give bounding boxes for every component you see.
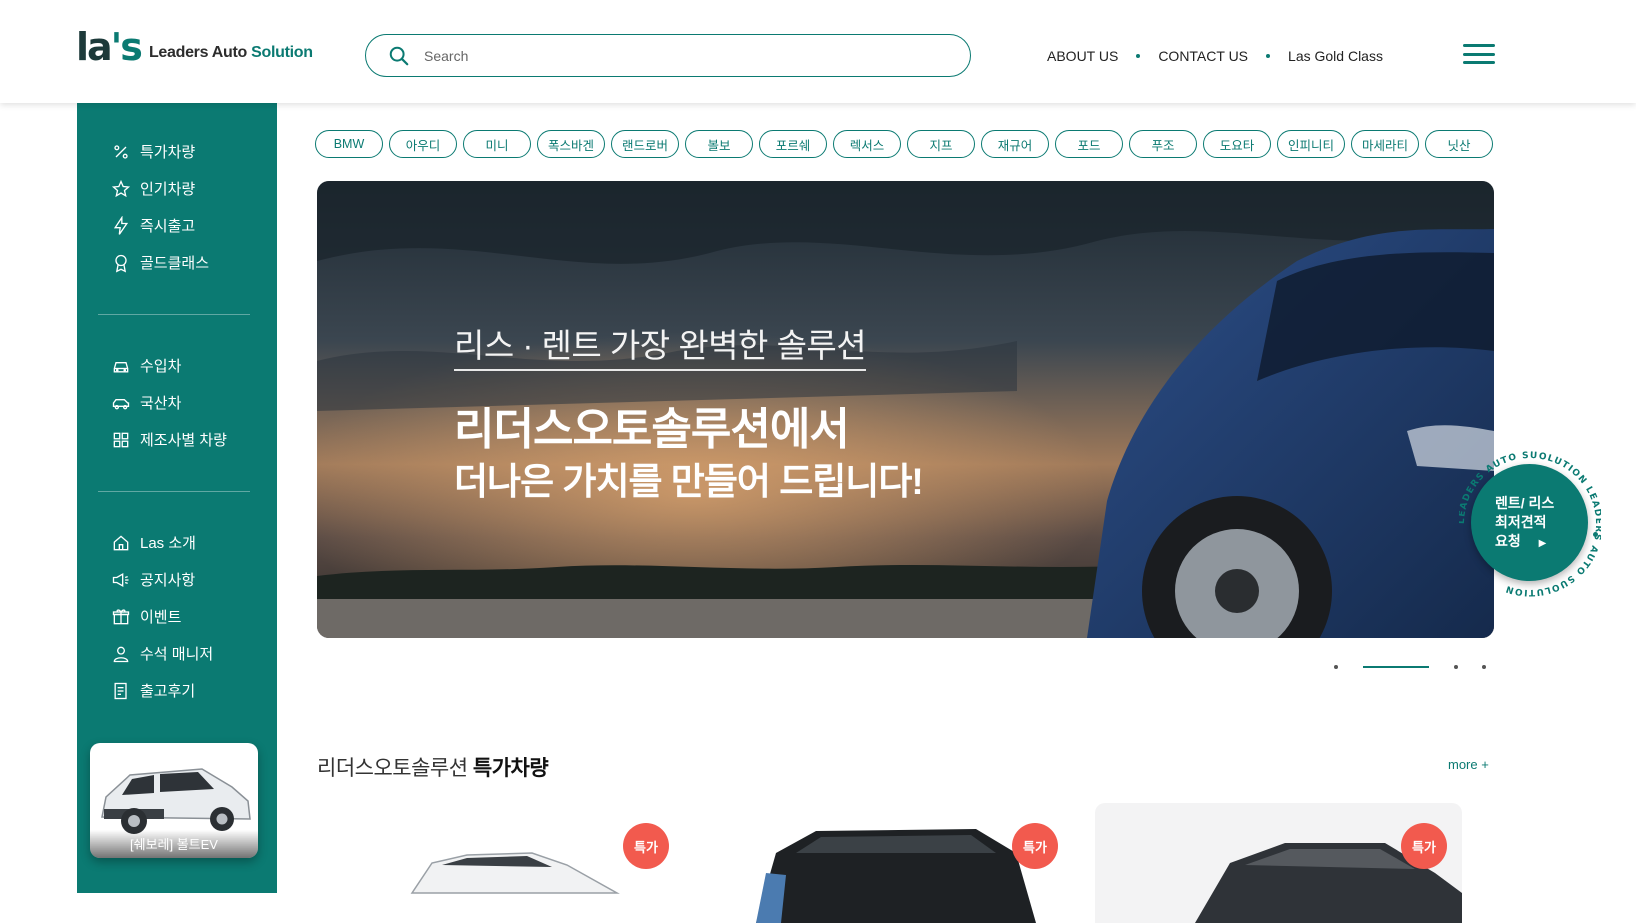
sidebar-promo-card[interactable]: [쉐보레] 볼트EV — [90, 743, 258, 858]
logo-mark: la's — [76, 25, 143, 69]
sidebar-item-popular[interactable]: 인기차량 — [110, 170, 209, 207]
sidebar-group-categories: 수입차 국산차 제조사별 차량 — [110, 347, 227, 458]
hero-subtitle: 리스 · 렌트 가장 완벽한 솔루션 — [454, 319, 867, 371]
quote-badge-line2: 최저견적 — [1495, 514, 1547, 530]
nav-separator — [1136, 54, 1141, 58]
sidebar-group-vehicles: 특가차량 인기차량 즉시출고 골드클래스 — [110, 133, 209, 281]
brand-tag-audi[interactable]: 아우디 — [389, 130, 457, 158]
site-header: la's Leaders Auto Solution ABOUT US CONT… — [0, 0, 1636, 103]
megaphone-icon — [110, 569, 132, 591]
brand-tag-volkswagen[interactable]: 폭스바겐 — [537, 130, 605, 158]
brand-tag-maserati[interactable]: 마세라티 — [1351, 130, 1419, 158]
deal-card[interactable]: 특가 — [1095, 803, 1462, 923]
search-box[interactable] — [365, 34, 971, 77]
deal-car-image — [756, 829, 1036, 923]
sidebar-group-company: Las 소개 공지사항 이벤트 수석 매니저 출고후기 — [110, 524, 213, 709]
sidebar-item-domestic[interactable]: 국산차 — [110, 384, 227, 421]
brand-tag-lexus[interactable]: 렉서스 — [833, 130, 901, 158]
car-side-icon — [110, 392, 132, 414]
menu-hamburger-icon[interactable] — [1463, 44, 1495, 64]
sidebar-item-chief-manager[interactable]: 수석 매니저 — [110, 635, 213, 672]
quote-badge-line1: 렌트/ 리스 — [1495, 495, 1555, 511]
percent-icon — [110, 141, 132, 163]
carousel-dot-3[interactable] — [1454, 665, 1458, 669]
deal-card[interactable]: 특가 — [317, 803, 684, 923]
sidebar-item-instant-release[interactable]: 즉시출고 — [110, 207, 209, 244]
deal-card[interactable]: 특가 — [706, 803, 1073, 923]
search-input[interactable] — [424, 47, 924, 64]
deal-car-image — [1195, 843, 1462, 923]
sidebar-item-events[interactable]: 이벤트 — [110, 598, 213, 635]
home-icon — [110, 532, 132, 554]
special-badge: 특가 — [623, 823, 669, 869]
sidebar-item-gold-class[interactable]: 골드클래스 — [110, 244, 209, 281]
quote-badge-line3: 요청 ▶ — [1495, 533, 1547, 549]
brand-tag-toyota[interactable]: 도요타 — [1203, 130, 1271, 158]
brand-filter-bar: BMW 아우디 미니 폭스바겐 랜드로버 볼보 포르쉐 렉서스 지프 재규어 포… — [315, 130, 1493, 158]
lightning-icon — [110, 215, 132, 237]
brand-tag-volvo[interactable]: 볼보 — [685, 130, 753, 158]
sidebar-divider — [98, 314, 250, 315]
grid-icon — [110, 429, 132, 451]
carousel-pager — [1334, 665, 1486, 669]
brand-tag-jeep[interactable]: 지프 — [907, 130, 975, 158]
nav-contact-us[interactable]: CONTACT US — [1158, 48, 1248, 64]
play-arrow-icon: ▶ — [1538, 538, 1547, 549]
search-icon[interactable] — [388, 45, 410, 67]
deal-car-image — [410, 852, 620, 894]
brand-tag-peugeot[interactable]: 푸조 — [1129, 130, 1197, 158]
person-icon — [110, 643, 132, 665]
sidebar-item-special-deals[interactable]: 특가차량 — [110, 133, 209, 170]
quote-request-badge[interactable]: LEADERS AUTO SUOLUTION LEADERS AUTO SUOL… — [1459, 449, 1601, 599]
site-logo[interactable]: la's Leaders Auto Solution — [76, 25, 313, 69]
promo-car-image — [101, 768, 251, 834]
brand-tag-jaguar[interactable]: 재규어 — [981, 130, 1049, 158]
logo-text: Leaders Auto Solution — [148, 44, 313, 61]
sidebar-item-about-las[interactable]: Las 소개 — [110, 524, 213, 561]
hero-title-line2: 더나은 가치를 만들어 드립니다! — [454, 461, 924, 502]
special-badge: 특가 — [1012, 823, 1058, 869]
sidebar-item-by-manufacturer[interactable]: 제조사별 차량 — [110, 421, 227, 458]
gift-icon — [110, 606, 132, 628]
more-link[interactable]: more + — [1448, 757, 1489, 772]
brand-tag-ford[interactable]: 포드 — [1055, 130, 1123, 158]
brand-tag-mini[interactable]: 미니 — [463, 130, 531, 158]
car-front-icon — [110, 355, 132, 377]
brand-tag-infiniti[interactable]: 인피니티 — [1277, 130, 1345, 158]
document-icon — [110, 680, 132, 702]
brand-tag-bmw[interactable]: BMW — [315, 130, 383, 158]
brand-tag-land-rover[interactable]: 랜드로버 — [611, 130, 679, 158]
nav-gold-class[interactable]: Las Gold Class — [1288, 48, 1383, 64]
sidebar-item-imported[interactable]: 수입차 — [110, 347, 227, 384]
section-title: 리더스오토솔루션 특가차량 — [317, 757, 549, 780]
carousel-dot-1[interactable] — [1334, 665, 1338, 669]
sidebar-item-notices[interactable]: 공지사항 — [110, 561, 213, 598]
nav-separator — [1266, 54, 1271, 58]
carousel-active-indicator[interactable] — [1363, 666, 1429, 668]
brand-tag-nissan[interactable]: 닛산 — [1425, 130, 1493, 158]
sidebar: 특가차량 인기차량 즉시출고 골드클래스 수입차 국산차 제조사별 차량 Las… — [77, 103, 277, 893]
promo-card-caption: [쉐보레] 볼트EV — [90, 830, 258, 858]
sidebar-item-reviews[interactable]: 출고후기 — [110, 672, 213, 709]
ring-dot — [1593, 532, 1598, 537]
sidebar-divider — [98, 491, 250, 492]
top-nav: ABOUT US CONTACT US Las Gold Class — [1047, 48, 1383, 64]
brand-tag-porsche[interactable]: 포르쉐 — [759, 130, 827, 158]
hero-banner[interactable]: 리스 · 렌트 가장 완벽한 솔루션 리더스오토솔루션에서 더나은 가치를 만들… — [317, 181, 1494, 638]
special-badge: 특가 — [1401, 823, 1447, 869]
award-icon — [110, 252, 132, 274]
hero-title-line1: 리더스오토솔루션에서 — [454, 405, 850, 454]
nav-about-us[interactable]: ABOUT US — [1047, 48, 1118, 64]
carousel-dot-4[interactable] — [1482, 665, 1486, 669]
star-icon — [110, 178, 132, 200]
